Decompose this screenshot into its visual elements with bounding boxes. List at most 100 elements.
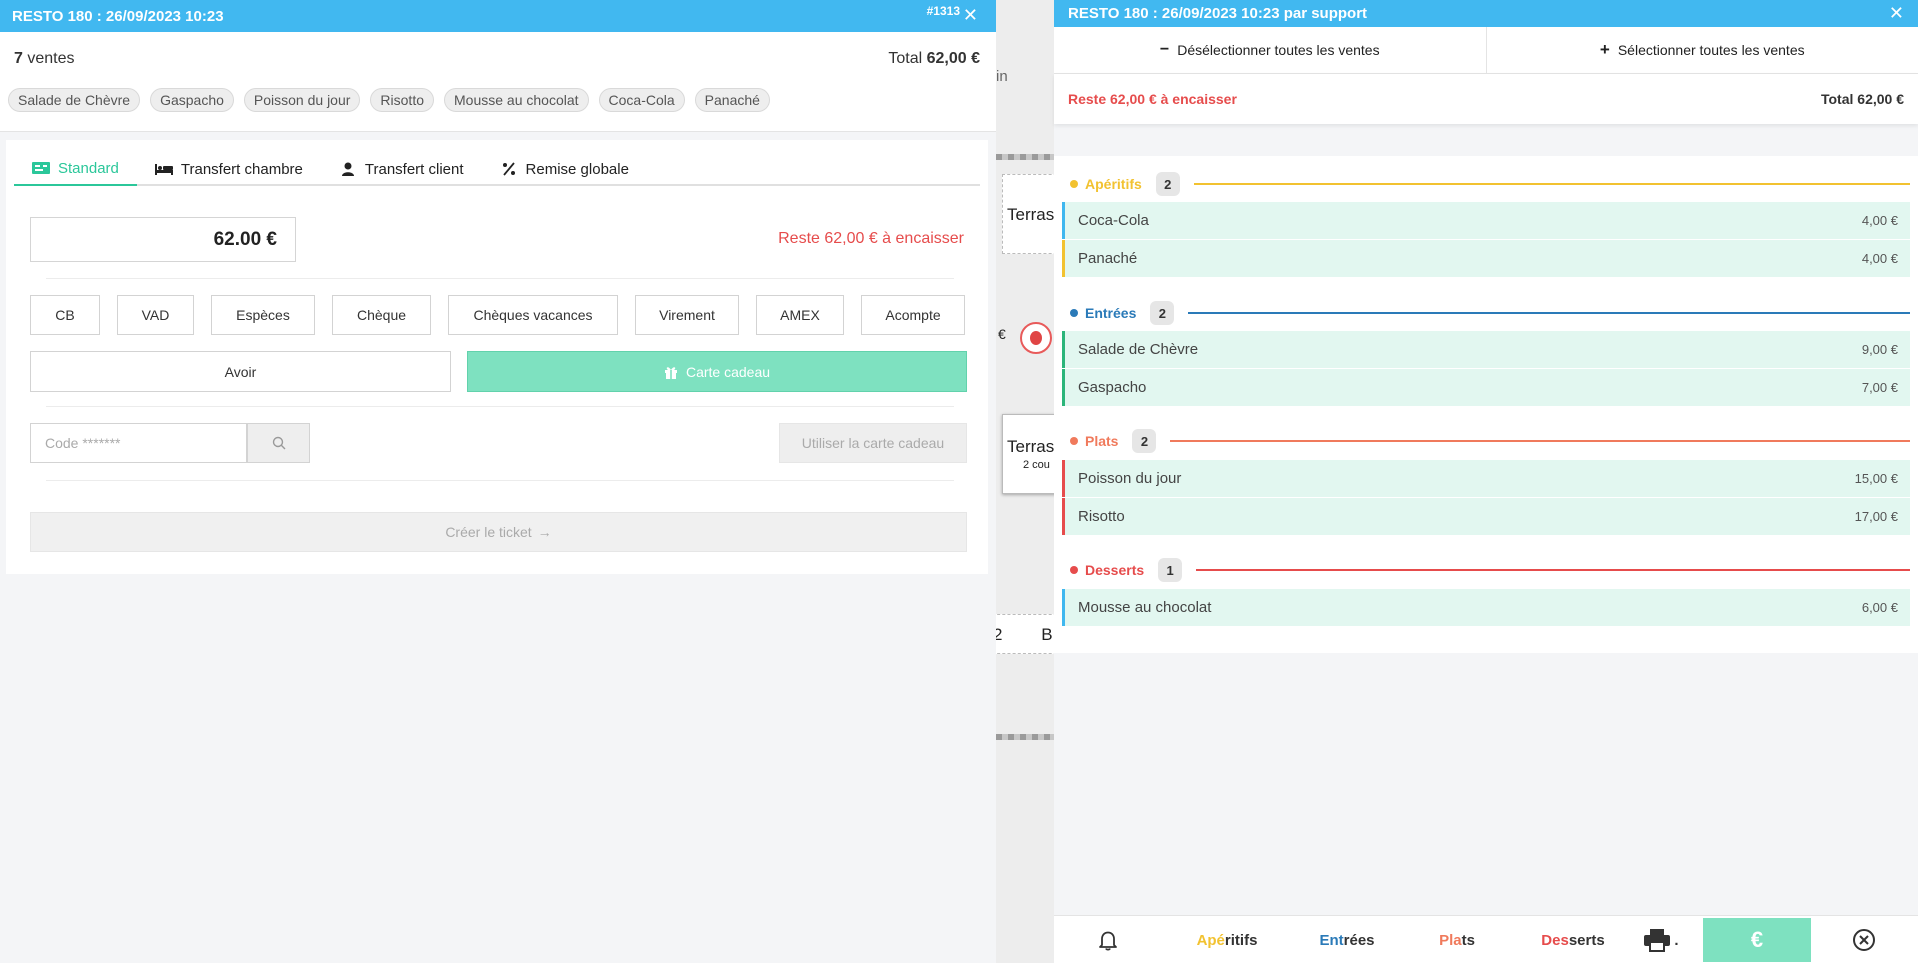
bg-table-2: Terrass 2 cou — [1002, 414, 1054, 494]
method-virement-button[interactable]: Virement — [635, 295, 739, 335]
list-item[interactable]: Mousse au chocolat 6,00 € — [1062, 589, 1910, 626]
bg-table-2-label: Terrass — [1007, 437, 1054, 456]
bg-table-1: Terrass — [1002, 174, 1054, 254]
bg-table-1-label: Terrass — [1007, 205, 1054, 224]
list-item[interactable]: Poisson du jour 15,00 € — [1062, 460, 1910, 497]
printer-icon — [1644, 929, 1671, 952]
sale-chip[interactable]: Poisson du jour — [243, 88, 361, 112]
tab-transfert-client[interactable]: Transfert client — [321, 152, 482, 186]
gift-icon — [664, 366, 677, 379]
list-item[interactable]: Salade de Chèvre 9,00 € — [1062, 331, 1910, 368]
gift-card-button[interactable]: Carte cadeau — [467, 351, 967, 392]
bottom-plats-rest: ts — [1461, 931, 1475, 949]
minus-icon: − — [1159, 41, 1170, 58]
sales-count-number: 7 — [14, 50, 23, 67]
payment-euro-button[interactable]: € — [1703, 918, 1811, 962]
print-suffix: . — [1674, 931, 1679, 949]
tab-remise-globale[interactable]: Remise globale — [482, 152, 647, 186]
sales-count: 7 ventes — [14, 50, 75, 68]
close-icon[interactable]: ✕ — [1889, 3, 1904, 24]
bottom-aperitifs-button[interactable]: Apé ritifs — [1172, 916, 1282, 963]
deselect-all-button[interactable]: − Désélectionner toutes les ventes — [1054, 27, 1486, 73]
close-circle-icon — [1853, 929, 1875, 951]
avoir-button[interactable]: Avoir — [30, 351, 451, 392]
bottom-plats-hi: Pla — [1439, 931, 1462, 949]
bottom-desserts-rest: serts — [1568, 931, 1605, 949]
background-floor-plan: in Terrass € Terrass 2 cou 2 B. — [996, 0, 1054, 963]
remaining-amount: Reste 62,00 € à encaisser — [778, 230, 964, 247]
remaining-amount: Reste 62,00 € à encaisser — [1068, 91, 1237, 107]
divider — [46, 406, 954, 407]
sales-count-label: ventes — [27, 50, 75, 67]
sale-chip[interactable]: Panaché — [694, 88, 770, 112]
list-item[interactable]: Risotto 17,00 € — [1062, 498, 1910, 535]
method-amex-button[interactable]: AMEX — [756, 295, 844, 335]
payment-methods: CB VAD Espèces Chèque Chèques vacances V… — [30, 295, 965, 335]
item-price: 7,00 € — [1861, 380, 1898, 395]
ticket-number: #1313 — [926, 4, 960, 18]
category-count: 2 — [1155, 172, 1180, 196]
category-aperitifs[interactable]: Apéritifs 2 — [1054, 172, 1918, 196]
item-name: Poisson du jour — [1078, 470, 1182, 487]
list-item[interactable]: Gaspacho 7,00 € — [1062, 369, 1910, 406]
list-item[interactable]: Coca-Cola 4,00 € — [1062, 202, 1910, 239]
amount-input[interactable]: 62.00 € — [30, 217, 296, 262]
tab-standard[interactable]: Standard — [14, 152, 137, 186]
category-line — [1170, 440, 1910, 442]
bottom-plats-button[interactable]: Pla ts — [1402, 916, 1512, 963]
sale-chip[interactable]: Salade de Chèvre — [8, 88, 141, 112]
bg-tab-text: in — [996, 68, 1008, 85]
user-icon — [341, 162, 354, 176]
bg-stripe-top — [996, 154, 1054, 160]
category-count: 2 — [1150, 301, 1175, 325]
category-desserts[interactable]: Desserts 1 — [1054, 558, 1918, 582]
sale-chip[interactable]: Mousse au chocolat — [444, 88, 589, 112]
bottom-desserts-hi: Des — [1541, 931, 1569, 949]
notification-button[interactable] — [1080, 916, 1136, 963]
sale-chip[interactable]: Gaspacho — [150, 88, 234, 112]
list-item[interactable]: Panaché 4,00 € — [1062, 240, 1910, 277]
category-dot — [1070, 309, 1078, 317]
category-entrees[interactable]: Entrées 2 — [1054, 301, 1918, 325]
use-gift-card-button[interactable]: Utiliser la carte cadeau — [779, 423, 967, 463]
tab-standard-label: Standard — [58, 159, 119, 177]
close-icon[interactable]: ✕ — [963, 5, 978, 26]
category-plats[interactable]: Plats 2 — [1054, 429, 1918, 453]
bottom-entrees-button[interactable]: Ent rées — [1292, 916, 1402, 963]
category-name: Entrées — [1085, 305, 1137, 321]
bg-table-3-num: 2 — [996, 625, 1002, 644]
category-dot — [1070, 566, 1078, 574]
method-cb-button[interactable]: CB — [30, 295, 100, 335]
create-ticket-button[interactable]: Créer le ticket → — [30, 512, 967, 552]
category-line — [1193, 183, 1910, 185]
bg-stripe-bottom — [996, 734, 1054, 740]
sale-chip[interactable]: Coca-Cola — [598, 88, 685, 112]
tab-transfert-chambre[interactable]: Transfert chambre — [137, 152, 321, 186]
cancel-button[interactable] — [1834, 916, 1894, 963]
method-vad-button[interactable]: VAD — [117, 295, 194, 335]
gift-code-search-button[interactable] — [247, 423, 310, 463]
select-all-label: Sélectionner toutes les ventes — [1617, 42, 1805, 58]
select-all-button[interactable]: + Sélectionner toutes les ventes — [1485, 27, 1918, 73]
print-button[interactable]: . — [1628, 916, 1694, 963]
arrow-right-icon: → — [537, 524, 552, 540]
method-acompte-button[interactable]: Acompte — [861, 295, 965, 335]
sales-total-value: 62,00 € — [926, 50, 980, 67]
gift-code-input[interactable]: Code ******* — [30, 423, 247, 463]
sales-header: RESTO 180 : 26/09/2023 10:23 par support… — [1054, 0, 1918, 27]
payment-header: RESTO 180 : 26/09/2023 10:23 #1313 ✕ — [0, 0, 996, 32]
sales-total-label: Total — [888, 50, 923, 67]
method-cheque-button[interactable]: Chèque — [332, 295, 431, 335]
sale-chip[interactable]: Risotto — [370, 88, 434, 112]
category-count: 1 — [1158, 558, 1183, 582]
sales-total: Total 62,00 € — [1820, 91, 1904, 107]
bottom-desserts-button[interactable]: Des serts — [1513, 916, 1633, 963]
payment-header-title: RESTO 180 : 26/09/2023 10:23 — [12, 7, 224, 25]
item-price: 6,00 € — [1861, 600, 1898, 615]
sales-header-title: RESTO 180 : 26/09/2023 10:23 par support — [1068, 5, 1368, 22]
percent-icon — [502, 162, 515, 176]
bg-table-2-sub: 2 cou — [1023, 459, 1050, 471]
sales-panel: RESTO 180 : 26/09/2023 10:23 par support… — [1054, 0, 1918, 963]
method-cheques-vacances-button[interactable]: Chèques vacances — [448, 295, 618, 335]
method-especes-button[interactable]: Espèces — [211, 295, 315, 335]
